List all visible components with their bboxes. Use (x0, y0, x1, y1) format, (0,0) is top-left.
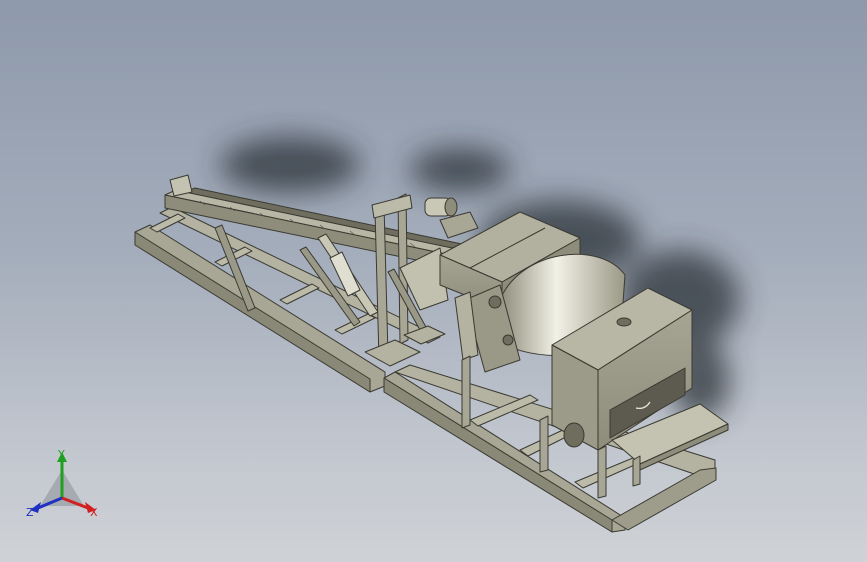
coordinate-triad: Y X Z (26, 448, 98, 519)
cad-viewport[interactable]: Y X Z (0, 0, 867, 562)
y-axis-label: Y (57, 448, 65, 461)
z-axis-label: Z (26, 506, 34, 519)
machine-model[interactable] (0, 0, 867, 562)
x-axis-label: X (90, 506, 98, 519)
